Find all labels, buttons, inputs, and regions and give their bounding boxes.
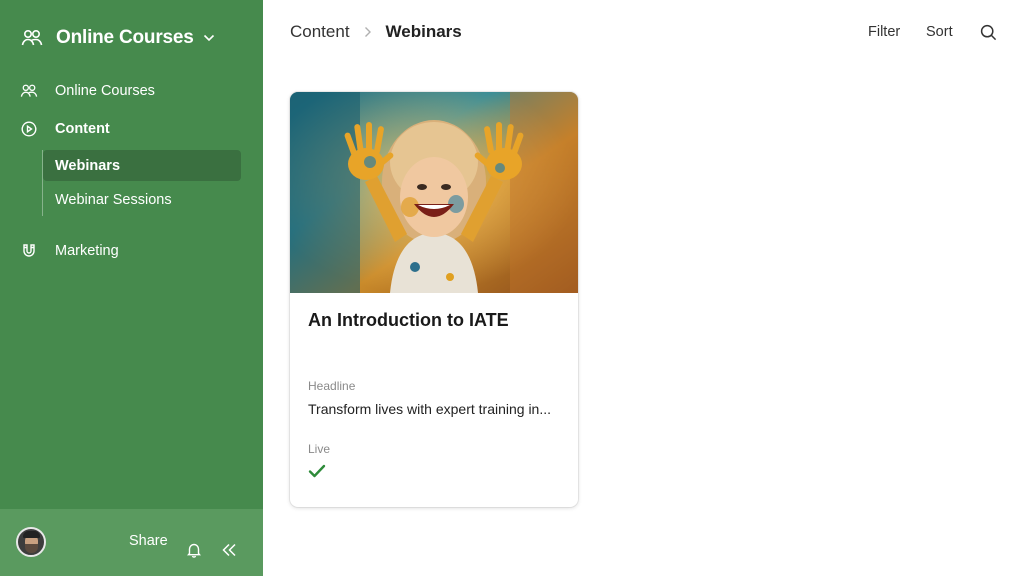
workspace-title: Online Courses bbox=[56, 27, 194, 48]
people-group-icon bbox=[20, 26, 44, 50]
play-circle-icon bbox=[20, 120, 38, 138]
avatar[interactable] bbox=[16, 527, 46, 557]
chevron-right-icon bbox=[362, 26, 374, 38]
bell-icon[interactable] bbox=[185, 541, 203, 559]
sidebar-item-webinar-sessions[interactable]: Webinar Sessions bbox=[43, 184, 241, 215]
search-icon[interactable] bbox=[979, 23, 997, 41]
sidebar-item-webinars[interactable]: Webinars bbox=[43, 150, 241, 181]
people-group-icon bbox=[20, 82, 38, 100]
nav-label: Online Courses bbox=[55, 83, 155, 99]
sidebar: Online Courses Online Courses Content We… bbox=[0, 0, 263, 576]
checkmark-icon bbox=[308, 464, 326, 478]
nav-item-content[interactable]: Content bbox=[20, 117, 110, 141]
webinar-cover-image bbox=[290, 92, 578, 293]
nav-item-online-courses[interactable]: Online Courses bbox=[20, 79, 155, 103]
webinar-card[interactable]: An Introduction to IATE Headline Transfo… bbox=[290, 92, 578, 507]
sidebar-footer: Share bbox=[0, 509, 263, 576]
double-chevron-left-icon[interactable] bbox=[220, 541, 238, 559]
webinar-title: An Introduction to IATE bbox=[308, 310, 509, 330]
headline-value: Transform lives with expert training in.… bbox=[308, 401, 552, 417]
live-label: Live bbox=[308, 442, 331, 456]
page-title: Webinars bbox=[385, 22, 462, 41]
breadcrumb-content[interactable]: Content bbox=[290, 22, 350, 42]
nav-item-marketing[interactable]: Marketing bbox=[20, 239, 119, 263]
share-button[interactable]: Share bbox=[129, 533, 168, 549]
magnet-icon bbox=[20, 242, 38, 260]
chevron-down-icon bbox=[202, 31, 216, 45]
workspace-switcher[interactable]: Online Courses bbox=[20, 24, 216, 52]
nav-label: Content bbox=[55, 121, 110, 137]
breadcrumb: Content Webinars bbox=[290, 22, 462, 42]
nav-label: Marketing bbox=[55, 243, 119, 259]
headline-label: Headline bbox=[308, 379, 356, 393]
sort-button[interactable]: Sort bbox=[926, 24, 953, 40]
filter-button[interactable]: Filter bbox=[868, 24, 900, 40]
